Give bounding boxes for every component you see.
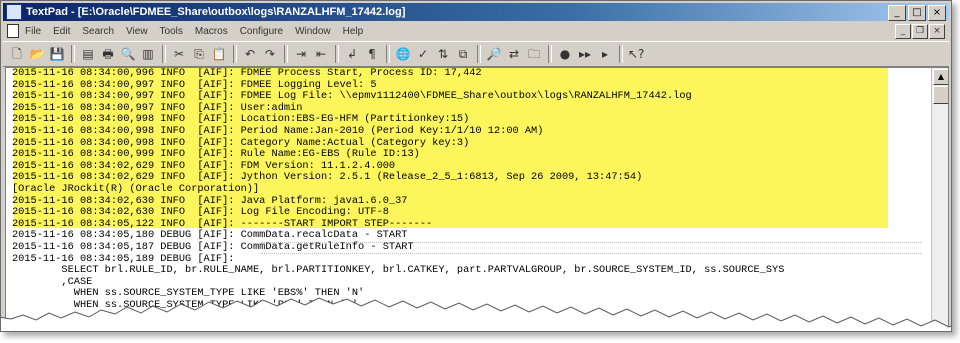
textpad-window: TextPad - [E:\Oracle\FDMEE_Share\outbox\… <box>0 0 952 332</box>
torn-edge-decoration <box>1 297 951 331</box>
